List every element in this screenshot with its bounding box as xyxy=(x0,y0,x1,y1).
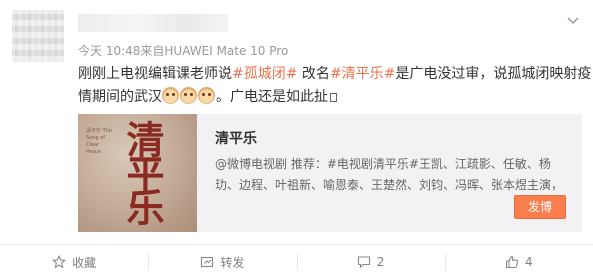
like-button[interactable]: 4 xyxy=(444,245,593,279)
text-segment: 改名 xyxy=(297,66,330,82)
chevron-down-icon[interactable] xyxy=(565,12,581,28)
collect-button[interactable]: 收藏 xyxy=(0,245,148,279)
poster-title: 清平乐 xyxy=(120,120,165,222)
post-weibo-button[interactable]: 发博 xyxy=(514,195,566,219)
text-segment: 。广电还是如此扯 xyxy=(216,89,328,105)
comment-icon xyxy=(357,256,370,269)
post-source[interactable]: 来自HUAWEI Mate 10 Pro xyxy=(140,44,288,58)
share-desc-line-2: 玏、边程、叶祖新、喻恩泰、王楚然、刘钧、冯晖、张本煜主演， xyxy=(215,178,564,192)
comment-count: 2 xyxy=(376,255,385,269)
share-poster-image[interactable]: 清平乐 The Song of Clear Peace 清平乐 xyxy=(78,114,197,232)
collect-label: 收藏 xyxy=(72,255,97,270)
post-time[interactable]: 今天 10:48 xyxy=(78,44,140,58)
avatar[interactable] xyxy=(12,10,64,62)
hashtag-link[interactable]: #孤城闭# xyxy=(232,66,297,82)
missing-glyph-icon xyxy=(330,93,337,102)
share-card-description: @微博电视剧 推荐：#电视剧清平乐#王凯、江疏影、任敏、杨 玏、边程、叶祖新、喻… xyxy=(215,154,571,196)
comment-button[interactable]: 2 xyxy=(296,245,445,279)
hashtag-link[interactable]: #清平乐# xyxy=(330,66,395,82)
share-card[interactable]: 清平乐 The Song of Clear Peace 清平乐 清平乐 @微博电… xyxy=(78,114,582,232)
text-segment: 是广电没过审，说孤城闭映射疫 xyxy=(395,66,592,82)
username-blurred[interactable] xyxy=(78,14,228,32)
text-segment: 情期间的武汉 xyxy=(78,89,162,105)
share-card-title[interactable]: 清平乐 xyxy=(215,128,257,148)
post-text-line-1: 刚刚上电视编辑课老师说#孤城闭# 改名#清平乐#是广电没过审，说孤城闭映射疫 xyxy=(78,63,591,86)
like-count: 4 xyxy=(525,255,533,269)
thumbs-up-icon xyxy=(505,255,519,269)
post-text-line-2: 情期间的武汉 。广电还是如此扯 xyxy=(78,86,578,109)
star-icon xyxy=(52,255,67,269)
weibo-post-card: 今天 10:48来自HUAWEI Mate 10 Pro 刚刚上电视编辑课老师说… xyxy=(0,0,593,279)
post-meta: 今天 10:48来自HUAWEI Mate 10 Pro xyxy=(78,42,288,59)
text-segment: 刚刚上电视编辑课老师说 xyxy=(78,66,232,82)
emoji-icon xyxy=(198,87,215,104)
forward-button[interactable]: 转发 xyxy=(148,245,296,279)
avatar-mosaic xyxy=(12,10,64,62)
post-text: 刚刚上电视编辑课老师说#孤城闭# 改名#清平乐#是广电没过审，说孤城闭映射疫 情… xyxy=(78,63,591,109)
emoji-icon xyxy=(162,87,179,104)
action-bar: 收藏 转发 2 4 xyxy=(0,245,593,279)
share-desc-line-1: @微博电视剧 推荐：#电视剧清平乐#王凯、江疏影、任敏、杨 xyxy=(215,157,551,171)
forward-label: 转发 xyxy=(220,255,245,270)
forward-icon xyxy=(201,256,214,268)
emoji-icon xyxy=(180,87,197,104)
poster-subtitle: 清平乐 The Song of Clear Peace xyxy=(86,128,112,155)
